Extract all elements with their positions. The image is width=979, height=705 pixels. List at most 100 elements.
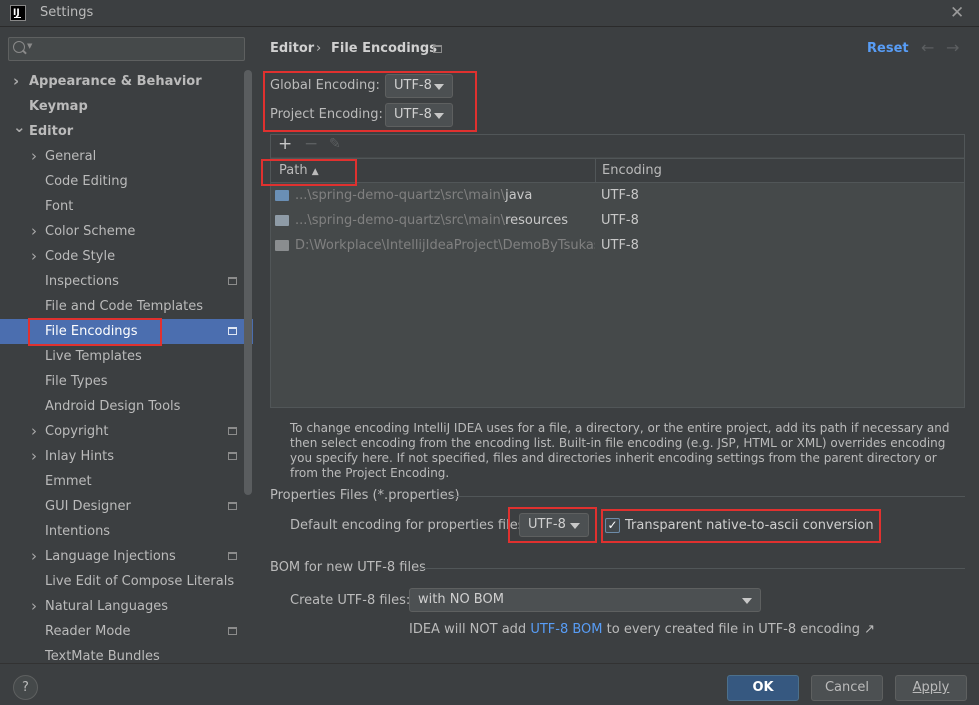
sidebar-item-label: Language Injections — [45, 549, 176, 564]
sidebar-item-label: File and Code Templates — [45, 299, 203, 314]
ok-button[interactable]: OK — [727, 675, 799, 701]
edit-icon[interactable]: ✎ — [329, 136, 341, 152]
remove-icon[interactable]: − — [304, 134, 318, 154]
project-scope-icon — [228, 627, 237, 635]
sidebar-item-label: Intentions — [45, 524, 111, 539]
sidebar-item-label: Code Style — [45, 249, 116, 264]
source-folder-icon — [275, 190, 289, 201]
sidebar-item[interactable]: Inspections — [0, 269, 253, 294]
sidebar-item-label: Live Edit of Compose Literals — [45, 574, 235, 589]
sidebar-item[interactable]: › Color Scheme — [0, 219, 253, 244]
help-button[interactable]: ? — [13, 675, 38, 700]
path-cell: ...\spring-demo-quartz\src\main\java — [295, 183, 595, 208]
encoding-cell[interactable]: UTF-8 — [601, 183, 639, 208]
chevron-right-icon[interactable]: › — [31, 594, 37, 619]
path-prefix: ...\spring-demo-quartz\src\main\ — [295, 213, 506, 228]
add-icon[interactable]: + — [278, 134, 292, 154]
column-divider — [595, 158, 596, 183]
chevron-down-icon[interactable]: ⌄ — [13, 115, 26, 140]
sidebar-item[interactable]: Android Design Tools — [0, 394, 253, 419]
chevron-right-icon[interactable]: › — [31, 444, 37, 469]
sidebar-item[interactable]: Code Editing — [0, 169, 253, 194]
sidebar-item[interactable]: Keymap — [0, 94, 253, 119]
chevron-right-icon[interactable]: › — [13, 69, 19, 94]
path-cell: ...\spring-demo-quartz\src\main\resource… — [295, 208, 595, 233]
sidebar-item[interactable]: › General — [0, 144, 253, 169]
sidebar-item[interactable]: Live Templates — [0, 344, 253, 369]
sidebar-item[interactable]: Emmet — [0, 469, 253, 494]
encoding-cell[interactable]: UTF-8 — [601, 233, 639, 258]
sidebar-item[interactable]: Live Edit of Compose Literals — [0, 569, 253, 594]
sidebar-item-label: Natural Languages — [45, 599, 169, 614]
breadcrumb-parent[interactable]: Editor — [270, 41, 314, 56]
sidebar-item-label: Font — [45, 199, 74, 214]
path-prefix: ...\spring-demo-quartz\src\main\ — [295, 188, 506, 203]
chevron-down-icon[interactable]: ▼ — [27, 42, 32, 50]
sidebar-item-label: Appearance & Behavior — [29, 74, 202, 89]
utf8-bom-link[interactable]: UTF-8 BOM — [530, 622, 602, 637]
project-scope-icon — [228, 427, 237, 435]
reset-button[interactable]: Reset — [867, 41, 909, 56]
encoding-cell[interactable]: UTF-8 — [601, 208, 639, 233]
bom-hint-suffix: to every created file in UTF-8 encoding … — [602, 622, 875, 637]
chevron-right-icon[interactable]: › — [31, 219, 37, 244]
default-encoding-label: Default encoding for properties files: — [290, 518, 529, 533]
highlight-box — [28, 318, 162, 346]
table-row[interactable]: ...\spring-demo-quartz\src\main\java UTF-… — [271, 183, 964, 208]
properties-section-title: Properties Files (*.properties) — [270, 488, 460, 503]
sidebar-item-label: Code Editing — [45, 174, 128, 189]
project-scope-icon — [228, 502, 237, 510]
divider — [446, 496, 965, 497]
chevron-right-icon[interactable]: › — [31, 144, 37, 169]
sidebar-item-label: Emmet — [45, 474, 92, 489]
dropdown-arrow-icon — [742, 598, 752, 604]
back-arrow-icon[interactable]: ← — [921, 38, 934, 57]
apply-button[interactable]: Apply — [895, 675, 967, 701]
sidebar-item[interactable]: › Appearance & Behavior — [0, 69, 253, 94]
bom-hint: IDEA will NOT add UTF-8 BOM to every cre… — [409, 622, 875, 637]
sidebar-item[interactable]: › Language Injections — [0, 544, 253, 569]
sidebar-item-label: Editor — [29, 124, 74, 139]
sidebar-item-label: GUI Designer — [45, 499, 131, 514]
sidebar-item[interactable]: ⌄ Editor — [0, 118, 253, 144]
search-icon — [13, 41, 25, 53]
chevron-right-icon[interactable]: › — [31, 419, 37, 444]
cancel-button[interactable]: Cancel — [811, 675, 883, 701]
bom-value: with NO BOM — [418, 592, 504, 607]
sidebar-item[interactable]: File Types — [0, 369, 253, 394]
window-title: Settings — [40, 5, 94, 20]
sidebar-item-label: Color Scheme — [45, 224, 136, 239]
sidebar-item-label: Inlay Hints — [45, 449, 114, 464]
sidebar-item-label: File Types — [45, 374, 108, 389]
sidebar-item[interactable]: › Code Style — [0, 244, 253, 269]
sidebar-item-label: Copyright — [45, 424, 109, 439]
highlight-box — [601, 509, 881, 543]
sidebar-item[interactable]: › Natural Languages — [0, 594, 253, 619]
forward-arrow-icon[interactable]: → — [946, 38, 959, 57]
bom-select[interactable]: with NO BOM — [409, 588, 761, 612]
sidebar-scrollbar[interactable] — [244, 70, 252, 495]
divider — [419, 568, 965, 569]
sidebar-item[interactable]: Font — [0, 194, 253, 219]
table-row[interactable]: D:\Workplace\IntellijIdeaProject\DemoByT… — [271, 233, 964, 258]
table-row[interactable]: ...\spring-demo-quartz\src\main\resource… — [271, 208, 964, 233]
sidebar-item[interactable]: Intentions — [0, 519, 253, 544]
sidebar-item-label: Live Templates — [45, 349, 142, 364]
close-icon[interactable]: ✕ — [950, 3, 964, 23]
sidebar-item[interactable]: › Copyright — [0, 419, 253, 444]
page-title: File Encodings — [331, 41, 437, 56]
resources-folder-icon — [275, 215, 289, 226]
create-utf8-label: Create UTF-8 files: — [290, 593, 411, 608]
sidebar-item[interactable]: File and Code Templates — [0, 294, 253, 319]
search-input[interactable] — [8, 37, 245, 61]
chevron-right-icon[interactable]: › — [31, 544, 37, 569]
sidebar-item[interactable]: Reader Mode — [0, 619, 253, 644]
sidebar-item[interactable]: › Inlay Hints — [0, 444, 253, 469]
project-scope-icon — [228, 552, 237, 560]
sidebar-item[interactable]: GUI Designer — [0, 494, 253, 519]
chevron-right-icon[interactable]: › — [31, 244, 37, 269]
intellij-app-icon: IJ — [10, 5, 26, 21]
breadcrumb-separator: › — [316, 41, 322, 56]
column-header-encoding[interactable]: Encoding — [602, 159, 662, 183]
title-bar — [0, 0, 979, 27]
